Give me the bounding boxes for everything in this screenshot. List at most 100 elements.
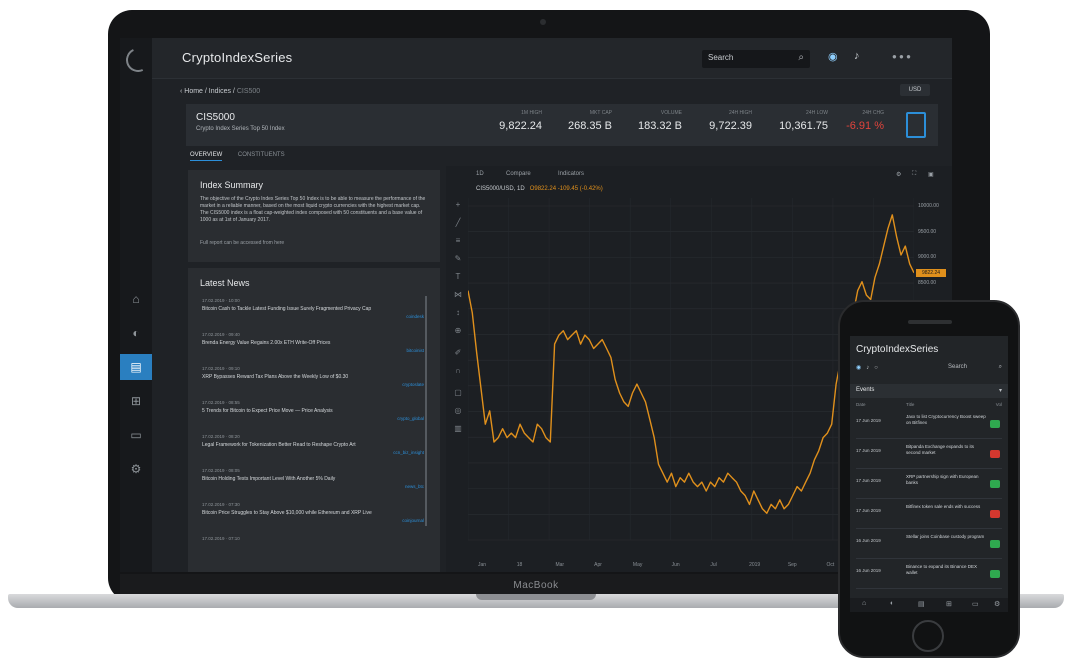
- settings-icon[interactable]: ⚙: [896, 171, 901, 178]
- legend-symbol: CIS5000/USD, 1D: [476, 186, 525, 192]
- chart-icon[interactable]: ▤: [120, 354, 152, 380]
- user-menu[interactable]: ● ● ●: [892, 52, 911, 61]
- news-scrollbar[interactable]: [425, 296, 427, 526]
- camera: [540, 19, 546, 25]
- home-icon[interactable]: ⌂: [862, 600, 866, 607]
- compare-button[interactable]: Compare: [506, 171, 531, 177]
- search-icon[interactable]: ⌕: [798, 52, 804, 63]
- globe-icon[interactable]: ◉: [856, 365, 861, 371]
- crosshair-icon[interactable]: +: [452, 200, 464, 209]
- bell-icon[interactable]: ♪: [854, 50, 860, 62]
- news-item[interactable]: 17.02.2019 · 09:40 Brenda Energy Value Re…: [202, 332, 424, 362]
- bell-icon[interactable]: ♪: [866, 365, 869, 371]
- phone-event-item[interactable]: 17 Jun 2019 Bitfinex token sale ends with…: [856, 502, 1002, 529]
- event-badge: [990, 420, 1000, 428]
- event-date: 17 Jun 2019: [856, 418, 881, 423]
- latest-news-panel: Latest News 17.02.2019 · 10:00 Bitcoin Ca…: [188, 268, 440, 572]
- currency-button[interactable]: USD: [900, 84, 930, 96]
- text-icon[interactable]: T: [452, 272, 464, 281]
- event-text: Bitfinex token sale ends with success: [906, 504, 981, 509]
- news-date: 17.02.2019 · 09:10: [202, 366, 240, 371]
- fullscreen-icon[interactable]: ⛶: [912, 171, 916, 178]
- news-headline[interactable]: Bitcoin Cash to Tackle Latest Funding Is…: [202, 306, 424, 312]
- grid-icon[interactable]: ⊞: [946, 600, 952, 608]
- filter-icon[interactable]: ▾: [999, 387, 1002, 394]
- phone: CryptoIndexSeries ◉ ♪ ○ Search ⌕ Events …: [838, 300, 1020, 658]
- phone-event-item[interactable]: 16 Jun 2019 Binance to expand its Binance…: [856, 562, 1002, 589]
- indicators-button[interactable]: Indicators: [558, 171, 584, 177]
- stat-value: 268.35 B: [567, 120, 612, 132]
- brush-icon[interactable]: ✎: [452, 254, 464, 263]
- factsheet-icon[interactable]: [906, 112, 926, 138]
- phone-event-item[interactable]: 17 Jun 2019 XRP partnership sign with Eur…: [856, 472, 1002, 499]
- news-headline[interactable]: Bitcoin Price Struggles to Stay Above $1…: [202, 510, 424, 516]
- phone-toolbar: ◉ ♪ ○ Search ⌕: [856, 364, 1002, 371]
- news-source[interactable]: cryptoslate: [202, 382, 424, 387]
- news-item[interactable]: 17.02.2019 · 07:30 Bitcoin Price Struggle…: [202, 502, 424, 532]
- news-headline[interactable]: Bitcoin Holding Tests Important Level Wi…: [202, 476, 424, 482]
- phone-event-item[interactable]: 16 Jun 2019 Stellar joins Coinbase custod…: [856, 532, 1002, 559]
- grid-icon[interactable]: ⊞: [120, 388, 152, 414]
- trash-icon[interactable]: ▥: [452, 424, 464, 433]
- news-headline[interactable]: XRP Bypasses Reward Tax Plans Above the …: [202, 374, 424, 380]
- chart-icon[interactable]: ▤: [918, 600, 925, 608]
- tab-constituents[interactable]: CONSTITUENTS: [238, 152, 285, 158]
- search-input[interactable]: Search ⌕: [702, 50, 810, 68]
- fib-icon[interactable]: ≡: [452, 236, 464, 245]
- speaker-icon[interactable]: ◐: [120, 320, 152, 346]
- settings-icon[interactable]: ⚙: [994, 600, 1000, 608]
- document-icon[interactable]: ▭: [972, 600, 979, 608]
- home-icon[interactable]: ⌂: [120, 286, 152, 312]
- news-item[interactable]: 17.02.2019 · 09:10 XRP Bypasses Reward Ta…: [202, 366, 424, 396]
- news-item[interactable]: 17.02.2019 · 08:20 Legal Framework for To…: [202, 434, 424, 464]
- user-icon[interactable]: ○: [874, 365, 878, 371]
- tab-overview[interactable]: OVERVIEW: [190, 152, 223, 161]
- event-date: 17 Jun 2019: [856, 478, 881, 483]
- news-item[interactable]: 17.02.2019 · 08:05 Bitcoin Holding Tests …: [202, 468, 424, 498]
- stat-24h-high: 24H HIGH 9,722.39: [692, 110, 752, 132]
- zoom-icon[interactable]: ⊕: [452, 326, 464, 335]
- news-source[interactable]: coinjournal: [202, 518, 424, 523]
- search-icon[interactable]: ⌕: [999, 364, 1002, 371]
- x-tick-label: 2019: [749, 562, 761, 568]
- event-date: 17 Jun 2019: [856, 448, 881, 453]
- pattern-icon[interactable]: ⋈: [452, 290, 464, 299]
- news-headline[interactable]: Legal Framework for Tokenization Better …: [202, 442, 424, 448]
- news-source[interactable]: news_btc: [202, 484, 424, 489]
- phone-search-input[interactable]: Search: [948, 364, 967, 370]
- news-date: 17.02.2019 · 10:00: [202, 298, 240, 303]
- news-source[interactable]: crypto_global: [202, 416, 424, 421]
- speaker-icon[interactable]: ◐: [890, 600, 894, 607]
- news-item[interactable]: 17.02.2019 · 07:10: [202, 536, 424, 566]
- globe-icon[interactable]: ◉: [828, 50, 838, 63]
- document-icon[interactable]: ▭: [120, 422, 152, 448]
- news-source[interactable]: ccn_biz_insight: [202, 450, 424, 455]
- stat-value: -6.91 %: [846, 120, 884, 132]
- news-headline[interactable]: Brenda Energy Value Regains 2.00x ETH Wr…: [202, 340, 424, 346]
- phone-list-header: Date Title Vol: [856, 402, 1002, 407]
- eye-icon[interactable]: ◎: [452, 406, 464, 415]
- settings-icon[interactable]: ⚙: [120, 456, 152, 482]
- news-item[interactable]: 17.02.2019 · 08:55 5 Trends for Bitcoin t…: [202, 400, 424, 430]
- stat-value: 10,361.75: [779, 120, 828, 132]
- phone-event-item[interactable]: 17 Jun 2019 Jaxx to list Cryptocurrency B…: [856, 412, 1002, 439]
- summary-report-link[interactable]: Full report can be accessed from here: [200, 240, 284, 246]
- logo-icon[interactable]: [122, 44, 154, 76]
- trendline-icon[interactable]: ╱: [452, 218, 464, 227]
- news-source[interactable]: bitcoinist: [202, 348, 424, 353]
- stat-value: 183.32 B: [637, 120, 682, 132]
- ruler-icon[interactable]: ✐: [452, 348, 464, 357]
- breadcrumb-path[interactable]: Home / Indices /: [184, 88, 235, 95]
- lock-icon[interactable]: ▢: [452, 388, 464, 397]
- interval-button[interactable]: 1D: [476, 171, 484, 177]
- news-date: 17.02.2019 · 08:05: [202, 468, 240, 473]
- y-tick-label: 8500.00: [918, 280, 937, 287]
- news-headline[interactable]: 5 Trends for Bitcoin to Expect Price Mov…: [202, 408, 424, 414]
- news-source[interactable]: coindesk: [202, 314, 424, 319]
- phone-event-item[interactable]: 17 Jun 2019 Bitpanda Exchange expands to …: [856, 442, 1002, 469]
- measure-icon[interactable]: ↕: [452, 308, 464, 317]
- camera-icon[interactable]: ▣: [928, 171, 934, 178]
- home-button[interactable]: [912, 620, 944, 652]
- magnet-icon[interactable]: ∩: [452, 366, 464, 375]
- news-item[interactable]: 17.02.2019 · 10:00 Bitcoin Cash to Tackle…: [202, 298, 424, 328]
